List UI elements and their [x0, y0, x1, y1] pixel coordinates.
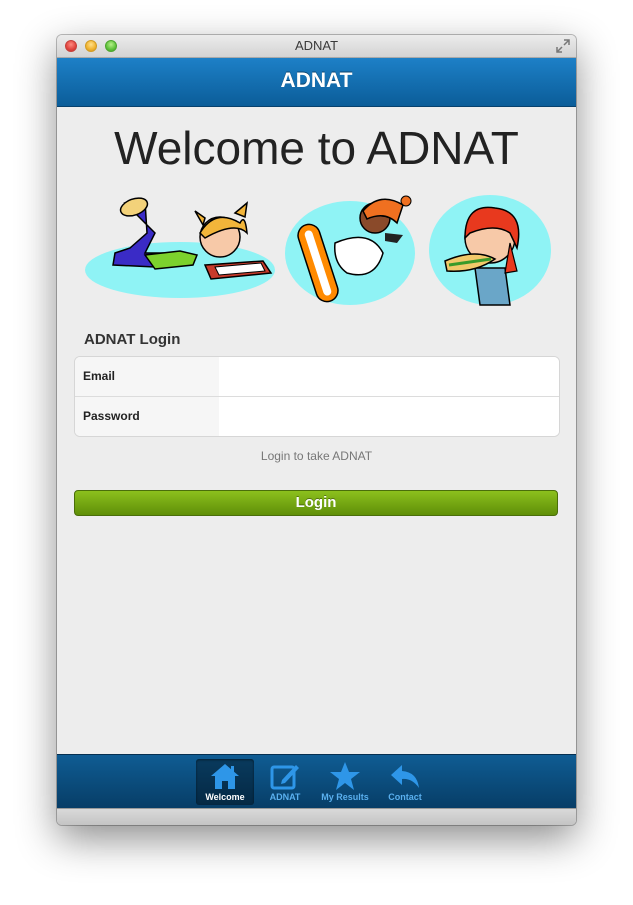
welcome-heading: Welcome to ADNAT — [114, 122, 519, 174]
login-hint: Login to take ADNAT — [260, 449, 373, 463]
edit-icon — [270, 765, 299, 790]
home-icon — [211, 764, 239, 789]
main-content: Welcome to ADNAT ADNAT Login Email Passw… — [57, 107, 576, 755]
email-label: Email — [75, 357, 219, 396]
fullscreen-icon[interactable] — [556, 39, 570, 53]
email-row: Email — [75, 357, 559, 397]
password-label: Password — [75, 397, 219, 436]
password-row: Password — [75, 397, 559, 436]
login-heading: ADNAT Login — [84, 331, 181, 348]
email-field[interactable] — [220, 357, 559, 396]
star-icon — [330, 762, 360, 790]
password-field[interactable] — [220, 397, 559, 436]
window-titlebar: ADNAT — [57, 35, 576, 58]
window-bottom-bar — [57, 808, 576, 825]
app-window: ADNAT ADNAT Welcome to ADNAT ADNAT Login… — [57, 35, 576, 825]
window-title: ADNAT — [294, 38, 339, 53]
app-header: ADNAT — [57, 58, 576, 107]
tab-contact[interactable]: Contact — [376, 759, 434, 805]
tab-contact-label: Contact — [388, 792, 422, 802]
login-form: Email Password — [74, 356, 560, 437]
reply-icon — [391, 765, 419, 788]
tab-bar: Welcome ADNAT My Results Contact — [57, 754, 576, 809]
header-title: ADNAT — [280, 69, 353, 92]
login-button[interactable]: Login — [74, 490, 558, 516]
kids-illustration — [85, 195, 551, 306]
